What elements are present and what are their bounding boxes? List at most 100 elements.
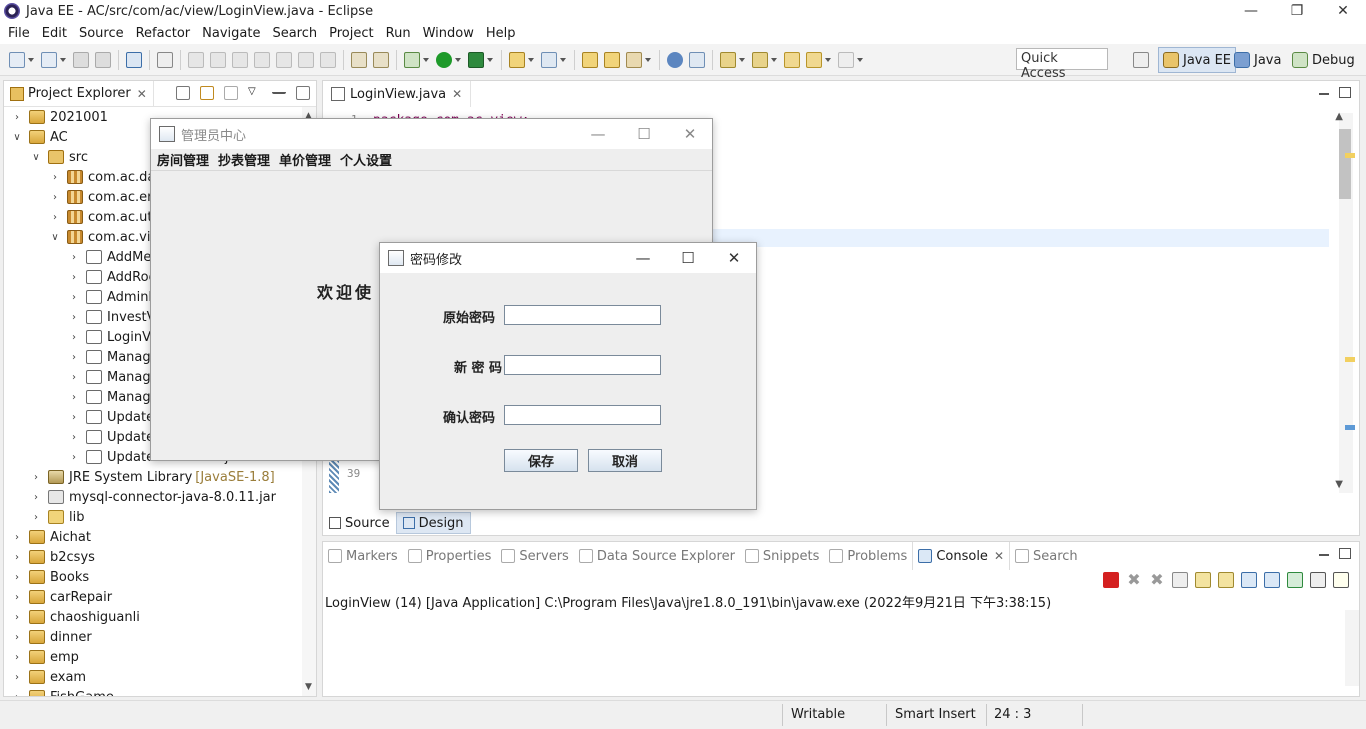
forward-dropdown-icon[interactable] [857, 57, 863, 62]
tab-servers[interactable]: Servers [496, 542, 573, 570]
back-icon[interactable] [806, 51, 822, 68]
terminate-icon[interactable] [1103, 572, 1119, 588]
chevron-right-icon[interactable]: › [69, 372, 79, 383]
tree-item[interactable]: › emp [12, 647, 79, 667]
chevron-right-icon[interactable]: › [12, 652, 22, 663]
console-scrollbar[interactable] [1345, 610, 1359, 686]
menu-price-management[interactable]: 单价管理 [275, 150, 335, 169]
chevron-right-icon[interactable]: › [31, 472, 41, 483]
menu-run[interactable]: Run [381, 26, 416, 41]
chevron-right-icon[interactable]: › [50, 212, 60, 223]
tree-item[interactable]: › lib [31, 507, 84, 527]
chevron-right-icon[interactable]: › [12, 592, 22, 603]
close-icon[interactable]: ✕ [137, 87, 147, 101]
maximize-icon[interactable]: ☐ [665, 243, 711, 273]
perspective-debug[interactable]: Debug [1292, 47, 1355, 73]
tree-item[interactable]: › mysql-connector-java-8.0.11.jar [31, 487, 276, 507]
open-console-icon[interactable] [1333, 572, 1349, 588]
minimize-icon[interactable]: — [620, 243, 666, 273]
confirm-password-input[interactable] [504, 405, 661, 425]
maximize-icon[interactable]: ☐ [621, 119, 667, 149]
tree-item[interactable]: › b2csys [12, 547, 95, 567]
disconnect-icon[interactable] [254, 51, 270, 68]
chevron-right-icon[interactable]: › [50, 172, 60, 183]
tab-design[interactable]: Design [395, 512, 471, 534]
close-icon[interactable]: ✕ [994, 549, 1004, 563]
chevron-right-icon[interactable]: › [12, 532, 22, 543]
maximize-view-icon[interactable] [1339, 87, 1351, 98]
menu-search[interactable]: Search [267, 26, 322, 41]
globe-icon[interactable] [667, 51, 683, 68]
chevron-right-icon[interactable]: › [12, 612, 22, 623]
menu-window[interactable]: Window [418, 26, 479, 41]
chevron-right-icon[interactable]: › [69, 412, 79, 423]
new-class-icon[interactable] [541, 51, 557, 68]
editor-scroll-thumb[interactable] [1339, 129, 1351, 199]
tree-item[interactable]: › exam [12, 667, 86, 687]
tab-loginview-java[interactable]: LoginView.java ✕ [323, 81, 472, 107]
skip-breakpoints-icon[interactable] [157, 51, 173, 68]
menu-personal-settings[interactable]: 个人设置 [336, 150, 396, 169]
minimize-icon[interactable]: — [575, 119, 621, 149]
menu-file[interactable]: File [3, 26, 35, 41]
chevron-right-icon[interactable]: › [12, 632, 22, 643]
tree-item[interactable]: › com.ac.dao [50, 167, 163, 187]
next-annotation-icon[interactable] [720, 51, 736, 68]
new-server-icon[interactable] [41, 51, 57, 68]
chevron-right-icon[interactable]: › [69, 252, 79, 263]
tree-item[interactable]: › carRepair [12, 587, 112, 607]
new-java-project-dropdown-icon[interactable] [528, 57, 534, 62]
chevron-down-icon[interactable]: ∨ [50, 232, 60, 243]
search-dropdown-icon[interactable] [645, 57, 651, 62]
console-horizontal-scrollbar[interactable] [323, 682, 1345, 694]
chevron-right-icon[interactable]: › [69, 352, 79, 363]
terminate-icon[interactable] [232, 51, 248, 68]
open-type-icon[interactable] [582, 51, 598, 68]
chevron-right-icon[interactable]: › [12, 112, 22, 123]
web-browser-icon[interactable] [689, 51, 705, 68]
link-with-editor-icon[interactable] [200, 86, 214, 100]
tab-problems[interactable]: Problems [824, 542, 912, 570]
suspend-icon[interactable] [210, 51, 226, 68]
tree-item[interactable]: › chaoshiguanli [12, 607, 140, 627]
tree-item[interactable]: › FishGame [12, 687, 114, 696]
toggle-block-icon[interactable] [373, 51, 389, 68]
scroll-up-icon[interactable]: ▲ [1335, 111, 1343, 122]
chevron-right-icon[interactable]: › [69, 332, 79, 343]
external-tool-dropdown-icon[interactable] [487, 57, 493, 62]
tree-item[interactable]: › com.ac.util [50, 207, 160, 227]
search-tool-icon[interactable] [626, 51, 642, 68]
menu-room-management[interactable]: 房间管理 [153, 150, 213, 169]
tab-search[interactable]: Search [1010, 542, 1083, 570]
menu-navigate[interactable]: Navigate [197, 26, 265, 41]
chevron-down-icon[interactable]: ∨ [31, 152, 41, 163]
chevron-right-icon[interactable]: › [69, 452, 79, 463]
scroll-down-icon[interactable]: ▼ [1335, 479, 1343, 490]
step-over-icon[interactable] [298, 51, 314, 68]
debug-dropdown-icon[interactable] [423, 57, 429, 62]
console-icon[interactable] [126, 51, 142, 68]
scroll-down-icon[interactable]: ▼ [305, 682, 312, 692]
perspective-java-ee[interactable]: Java EE [1158, 47, 1237, 73]
tab-snippets[interactable]: Snippets [740, 542, 824, 570]
old-password-input[interactable] [504, 305, 661, 325]
new-icon[interactable] [9, 51, 25, 68]
close-icon[interactable]: ✕ [711, 243, 757, 273]
cancel-button[interactable]: 取消 [588, 449, 662, 472]
quick-access-input[interactable]: Quick Access [1016, 48, 1108, 81]
menu-project[interactable]: Project [324, 26, 378, 41]
new-server-dropdown-icon[interactable] [60, 57, 66, 62]
run-external-tool-icon[interactable] [468, 51, 484, 68]
step-into-icon[interactable] [276, 51, 292, 68]
tree-item[interactable]: › JRE System Library [JavaSE-1.8] [31, 467, 275, 487]
minimize-icon[interactable]: — [1228, 0, 1274, 22]
tree-item[interactable]: › 2021001 [12, 107, 108, 127]
minimize-view-icon[interactable] [1319, 548, 1329, 556]
overview-warning-marker[interactable] [1345, 153, 1355, 158]
menu-edit[interactable]: Edit [37, 26, 72, 41]
tab-properties[interactable]: Properties [403, 542, 497, 570]
chevron-right-icon[interactable]: › [31, 512, 41, 523]
run-dropdown-icon[interactable] [455, 57, 461, 62]
step-return-icon[interactable] [320, 51, 336, 68]
tab-data-source-explorer[interactable]: Data Source Explorer [574, 542, 740, 570]
